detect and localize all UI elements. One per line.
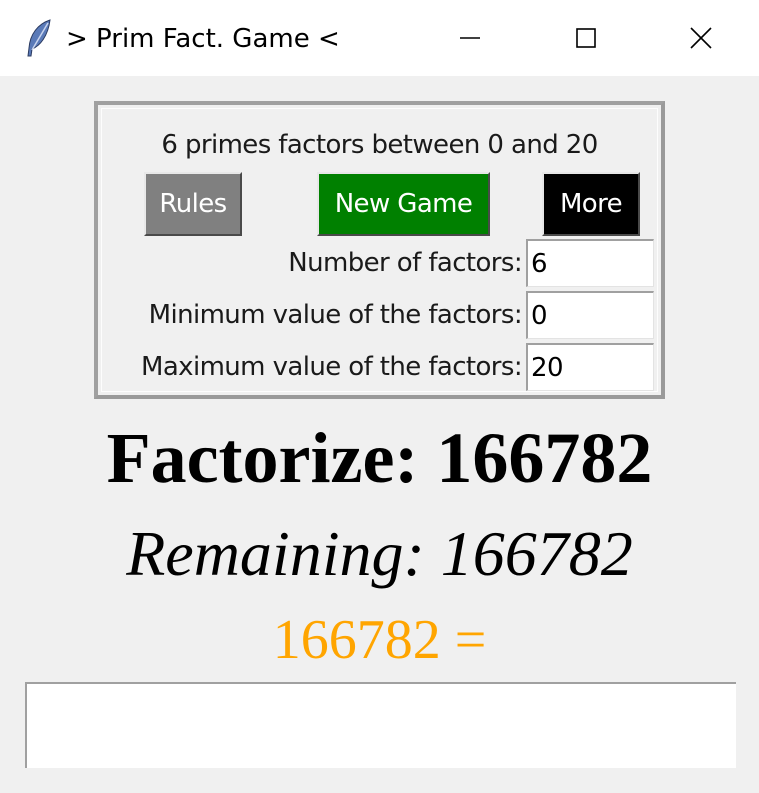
max-value-label: Maximum value of the factors: <box>141 352 523 382</box>
minimize-icon <box>460 37 480 39</box>
max-value-input[interactable] <box>526 343 654 391</box>
num-factors-input[interactable] <box>526 239 654 287</box>
num-factors-label: Number of factors: <box>288 248 522 278</box>
new-game-button[interactable]: New Game <box>317 172 490 236</box>
min-value-input[interactable] <box>526 291 654 339</box>
maximize-icon <box>576 28 596 48</box>
close-icon <box>690 27 712 49</box>
min-value-label: Minimum value of the factors: <box>148 300 523 330</box>
rules-button[interactable]: Rules <box>144 172 242 236</box>
title-bar: > Prim Fact. Game < <box>0 0 759 76</box>
settings-panel: 6 primes factors between 0 and 20 Rules … <box>94 101 665 399</box>
num-factors-row: Number of factors: <box>288 239 654 287</box>
min-value-row: Minimum value of the factors: <box>149 291 654 339</box>
equation-text: 166782 = <box>272 609 487 671</box>
minimize-button[interactable] <box>412 0 528 76</box>
remaining-text: Remaining: 166782 <box>126 518 633 589</box>
settings-panel-inner: 6 primes factors between 0 and 20 Rules … <box>101 108 658 392</box>
answer-input[interactable] <box>25 682 736 768</box>
settings-summary: 6 primes factors between 0 and 20 <box>161 130 598 160</box>
more-button[interactable]: More <box>542 172 640 236</box>
feather-icon <box>27 19 51 57</box>
max-value-row: Maximum value of the factors: <box>141 343 654 391</box>
factorize-heading: Factorize: 166782 <box>106 418 653 498</box>
close-button[interactable] <box>643 0 759 76</box>
window-title: > Prim Fact. Game < <box>66 24 340 54</box>
maximize-button[interactable] <box>528 0 644 76</box>
